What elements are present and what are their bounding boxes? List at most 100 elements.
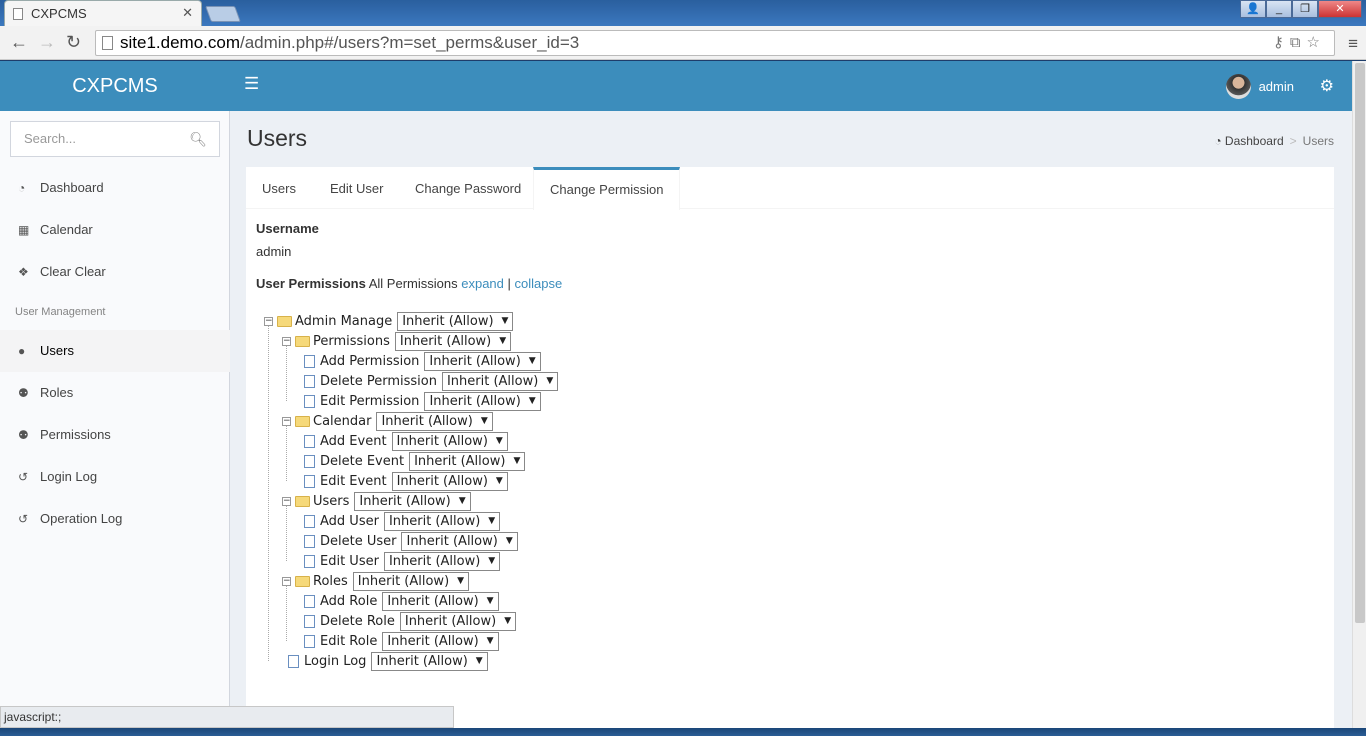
tree-node-edit-user: Edit User Inherit (Allow) ▼ bbox=[304, 551, 501, 571]
collapse-toggle-icon[interactable]: − bbox=[282, 576, 291, 586]
permission-select[interactable]: Inherit (Allow) ▼ bbox=[376, 411, 493, 431]
reload-icon[interactable]: ↻ bbox=[66, 32, 81, 53]
tree-node-label: Delete User bbox=[320, 533, 397, 549]
permission-select-value: Inherit (Allow) bbox=[414, 453, 506, 469]
sidebar-item-users[interactable]: ● Users bbox=[0, 330, 230, 372]
collapse-toggle-icon[interactable]: − bbox=[264, 316, 273, 326]
permission-select[interactable]: Inherit (Allow) ▼ bbox=[371, 651, 488, 671]
maximize-icon[interactable]: ❐ bbox=[1292, 0, 1318, 18]
tab-change-permission[interactable]: Change Permission bbox=[533, 167, 681, 210]
address-bar[interactable]: site1.demo.com/admin.php#/users?m=set_pe… bbox=[95, 30, 1335, 56]
tab-users[interactable]: Users bbox=[246, 167, 312, 209]
cubes-icon: ❖ bbox=[18, 265, 29, 279]
new-tab-button[interactable] bbox=[205, 6, 241, 22]
collapse-toggle-icon[interactable]: − bbox=[282, 496, 291, 506]
permission-select[interactable]: Inherit (Allow) ▼ bbox=[383, 511, 501, 531]
tree-node-add-role: Add Role Inherit (Allow) ▼ bbox=[304, 591, 499, 611]
menu-icon[interactable]: ≡ bbox=[1348, 34, 1358, 54]
close-tab-icon[interactable]: ✕ bbox=[182, 5, 193, 21]
permission-select[interactable]: Inherit (Allow) ▼ bbox=[391, 471, 508, 491]
translate-icon[interactable]: ⧉ bbox=[1290, 34, 1307, 51]
tree-node-label: Users bbox=[313, 493, 350, 509]
permission-select[interactable]: Inherit (Allow) ▼ bbox=[382, 631, 499, 651]
sidebar-item-permissions[interactable]: ⚉ Permissions bbox=[0, 414, 230, 456]
permission-select[interactable]: Inherit (Allow) ▼ bbox=[399, 611, 517, 631]
permission-select[interactable]: Inherit (Allow) ▼ bbox=[424, 351, 541, 371]
file-icon bbox=[304, 554, 315, 568]
permission-select[interactable]: Inherit (Allow) ▼ bbox=[354, 491, 471, 511]
breadcrumb: ◔ Dashboard > Users bbox=[1214, 134, 1334, 148]
chevron-down-icon: ▼ bbox=[528, 395, 536, 406]
permission-select[interactable]: Inherit (Allow) ▼ bbox=[352, 571, 470, 591]
forward-icon[interactable]: → bbox=[38, 32, 56, 53]
tree-node-label: Roles bbox=[313, 573, 348, 589]
tree-node-roles: − Roles Inherit (Allow) ▼ bbox=[282, 571, 470, 591]
permission-select[interactable]: Inherit (Allow) ▼ bbox=[409, 451, 526, 471]
tree-node-label: Admin Manage bbox=[295, 313, 393, 329]
collapse-toggle-icon[interactable]: − bbox=[282, 416, 291, 426]
permission-box: Users Edit User Change Password Change P… bbox=[246, 167, 1334, 728]
permission-select[interactable]: Inherit (Allow) ▼ bbox=[394, 331, 512, 351]
browser-tab-title: CXPCMS bbox=[31, 6, 87, 21]
search-input[interactable]: Search... 🔍︎ bbox=[10, 121, 220, 157]
sidebar-item-calendar[interactable]: ▦ Calendar bbox=[0, 209, 230, 251]
browser-tab[interactable]: CXPCMS ✕ bbox=[4, 0, 202, 26]
sidebar-item-clear[interactable]: ❖ Clear Clear bbox=[0, 251, 230, 293]
folder-icon bbox=[295, 575, 310, 587]
sidebar-item-login-log[interactable]: ↺ Login Log bbox=[0, 456, 230, 498]
sidebar-item-dashboard[interactable]: ◔ Dashboard bbox=[0, 167, 230, 209]
sidebar-item-label: Login Log bbox=[40, 469, 98, 484]
file-icon bbox=[304, 394, 315, 408]
expand-link[interactable]: expand bbox=[461, 276, 504, 291]
tab-change-password[interactable]: Change Password bbox=[399, 167, 537, 209]
minimize-icon[interactable]: _ bbox=[1266, 0, 1292, 18]
tree-node-label: Edit User bbox=[320, 553, 379, 569]
tree-node-label: Delete Role bbox=[320, 613, 395, 629]
permission-select-value: Inherit (Allow) bbox=[388, 553, 481, 569]
permission-select[interactable]: Inherit (Allow) ▼ bbox=[401, 531, 518, 551]
sidebar-item-label: Clear Clear bbox=[40, 264, 106, 279]
tree-node-add-event: Add Event Inherit (Allow) ▼ bbox=[304, 431, 508, 451]
close-window-icon[interactable]: ✕ bbox=[1318, 0, 1362, 18]
collapse-link[interactable]: collapse bbox=[515, 276, 563, 291]
permission-select-value: Inherit (Allow) bbox=[376, 653, 468, 669]
user-icon[interactable]: 👤 bbox=[1240, 0, 1266, 18]
breadcrumb-link[interactable]: Dashboard bbox=[1225, 134, 1284, 148]
permission-select[interactable]: Inherit (Allow) ▼ bbox=[397, 311, 514, 331]
permission-select[interactable]: Inherit (Allow) ▼ bbox=[382, 591, 499, 611]
star-icon[interactable]: ☆ bbox=[1307, 34, 1326, 51]
search-icon[interactable]: 🔍︎ bbox=[189, 122, 207, 156]
user-menu[interactable]: admin bbox=[1225, 74, 1294, 99]
permissions-header: User Permissions All Permissions expand … bbox=[256, 276, 562, 291]
permission-select-value: Inherit (Allow) bbox=[406, 533, 498, 549]
sidebar-item-roles[interactable]: ⚉ Roles bbox=[0, 372, 230, 414]
history-icon: ↺ bbox=[18, 512, 29, 526]
back-icon[interactable]: ← bbox=[10, 32, 28, 53]
sidebar-item-operation-log[interactable]: ↺ Operation Log bbox=[0, 498, 230, 540]
permissions-all: All Permissions bbox=[368, 276, 458, 291]
gears-icon[interactable]: ⚙ bbox=[1320, 76, 1334, 96]
key-icon[interactable]: ⚷ bbox=[1273, 34, 1290, 51]
permission-select[interactable]: Inherit (Allow) ▼ bbox=[441, 371, 559, 391]
status-bar: javascript:; bbox=[0, 706, 454, 728]
permission-select[interactable]: Inherit (Allow) ▼ bbox=[424, 391, 541, 411]
tab-edit-user[interactable]: Edit User bbox=[314, 167, 399, 209]
sidebar-toggle-icon[interactable]: ☰ bbox=[244, 74, 259, 94]
chevron-down-icon: ▼ bbox=[475, 655, 483, 666]
username-label: Username bbox=[256, 221, 319, 236]
file-icon bbox=[304, 614, 315, 628]
tree-node-label: Delete Permission bbox=[320, 373, 437, 389]
vertical-scrollbar[interactable] bbox=[1352, 61, 1366, 728]
logo[interactable]: CXPCMS bbox=[0, 61, 230, 111]
folder-icon bbox=[295, 335, 310, 347]
username-value: admin bbox=[256, 244, 292, 259]
scrollbar-thumb[interactable] bbox=[1355, 63, 1365, 623]
url-path: /admin.php#/users?m=set_perms&user_id=3 bbox=[240, 33, 580, 52]
tree-node-label: Add Permission bbox=[320, 353, 420, 369]
tree-node-label: Add User bbox=[320, 513, 379, 529]
chevron-down-icon: ▼ bbox=[488, 515, 496, 526]
collapse-toggle-icon[interactable]: − bbox=[282, 336, 291, 346]
permission-select[interactable]: Inherit (Allow) ▼ bbox=[391, 431, 508, 451]
permission-select[interactable]: Inherit (Allow) ▼ bbox=[383, 551, 501, 571]
tree-node-edit-event: Edit Event Inherit (Allow) ▼ bbox=[304, 471, 508, 491]
